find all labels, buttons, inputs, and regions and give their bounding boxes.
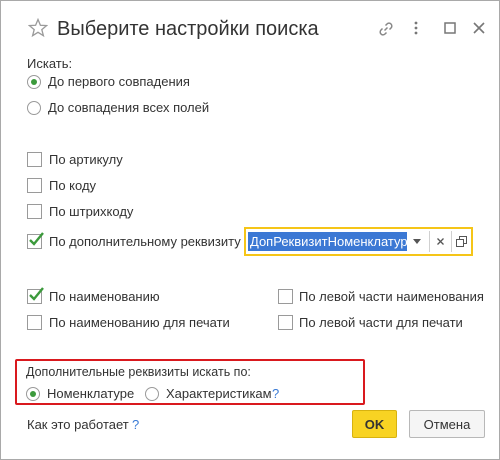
extra-attrs-group-label: Дополнительные реквизиты искать по: — [26, 365, 251, 379]
extra-attrs-help-link[interactable]: ? — [272, 386, 279, 401]
close-icon[interactable] — [471, 20, 487, 36]
search-option-first-label: До первого совпадения — [48, 74, 190, 89]
checkbox-by-code-label: По коду — [49, 178, 97, 193]
checkbox-by-print-name-label: По наименованию для печати — [49, 315, 230, 330]
link-icon[interactable] — [377, 20, 393, 36]
extra-attr-value: ДопРеквизитНоменклатура — [248, 232, 407, 251]
checkbox-by-left-print-label: По левой части для печати — [299, 315, 463, 330]
search-option-all-label: До совпадения всех полей — [48, 100, 210, 115]
dialog-title: Выберите настройки поиска — [57, 18, 319, 40]
checkbox-by-article-box[interactable] — [27, 152, 42, 167]
more-menu-icon[interactable] — [408, 20, 424, 36]
checkbox-by-left-print-box[interactable] — [278, 315, 293, 330]
checkbox-by-name-box[interactable] — [27, 287, 44, 304]
settings-dialog: Выберите настройки поиска Искать: До пер… — [0, 0, 500, 460]
how-it-works-help-icon[interactable]: ? — [132, 417, 139, 432]
maximize-icon[interactable] — [442, 20, 458, 36]
search-label: Искать: — [27, 56, 73, 71]
search-option-all-radio[interactable] — [27, 101, 41, 115]
ok-button[interactable]: OK — [352, 410, 397, 438]
dropdown-arrow-icon[interactable] — [407, 231, 427, 252]
checkbox-by-extra-attr-box[interactable] — [27, 232, 44, 249]
checkbox-by-left-name-box[interactable] — [278, 289, 293, 304]
extra-attr-field[interactable]: ДопРеквизитНоменклатура — [244, 227, 473, 256]
open-icon[interactable] — [451, 231, 471, 252]
checkbox-by-barcode-label: По штрихкоду — [49, 204, 134, 219]
checkmark-icon — [29, 232, 44, 246]
checkbox-by-article-label: По артикулу — [49, 152, 123, 167]
checkbox-by-barcode-box[interactable] — [27, 204, 42, 219]
search-option-first-radio[interactable] — [27, 75, 41, 89]
checkbox-by-name-label: По наименованию — [49, 289, 160, 304]
clear-icon[interactable] — [430, 231, 450, 252]
extra-attrs-option-nomenclature-radio[interactable] — [26, 387, 40, 401]
checkbox-by-extra-attr-label: По дополнительному реквизиту — [49, 234, 241, 249]
extra-attrs-option-nomenclature-label: Номенклатуре — [47, 386, 135, 401]
favorite-star-icon[interactable] — [27, 17, 49, 38]
cancel-button[interactable]: Отмена — [409, 410, 485, 438]
extra-attr-input[interactable]: ДопРеквизитНоменклатура — [248, 232, 407, 251]
checkmark-icon — [29, 287, 44, 301]
checkbox-by-code-box[interactable] — [27, 178, 42, 193]
extra-attrs-option-characteristics-label: Характеристикам — [166, 386, 272, 401]
how-it-works-link[interactable]: Как это работает — [27, 417, 129, 432]
title-bar: Выберите настройки поиска — [1, 1, 499, 53]
checkbox-by-print-name-box[interactable] — [27, 315, 42, 330]
extra-attrs-option-characteristics-radio[interactable] — [145, 387, 159, 401]
checkbox-by-left-name-label: По левой части наименования — [299, 289, 484, 304]
